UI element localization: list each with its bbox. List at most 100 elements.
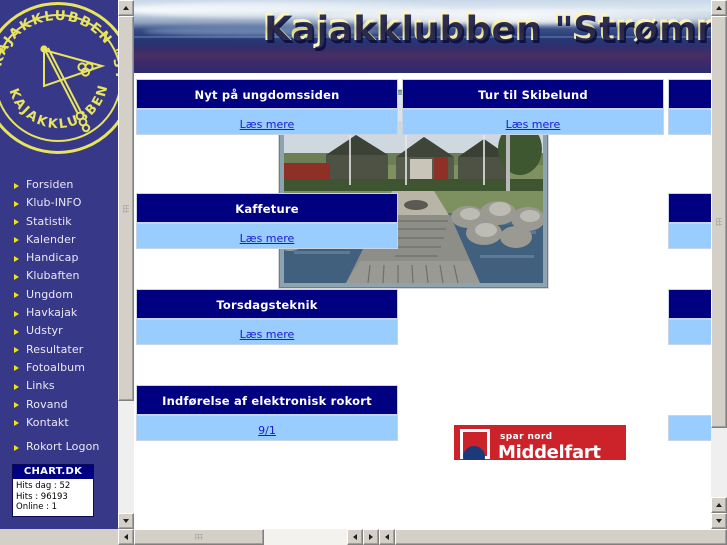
sidebar-item-label: Klubaften: [26, 269, 80, 283]
bullet-arrow-icon: [14, 255, 19, 262]
section-heading: Tur til Skibelund: [402, 79, 664, 109]
read-more-link[interactable]: Læs mere: [506, 118, 561, 131]
sidebar-item-klubaften[interactable]: Klubaften: [0, 267, 118, 285]
chart-dk-row-online: Online : 1: [16, 502, 58, 512]
page-hscroll-thumb[interactable]: [395, 529, 727, 545]
bullet-arrow-icon: [14, 420, 19, 427]
sidebar-item-kalender[interactable]: Kalender: [0, 231, 118, 249]
sidebar-item-label: Udstyr: [26, 324, 63, 338]
chart-dk-row-hits-total: Hits : 96193: [16, 491, 68, 502]
bullet-arrow-icon: [14, 237, 19, 244]
third-column-cell-clipped: [668, 415, 711, 441]
sidebar-item-label: Fotoalbum: [26, 360, 86, 374]
read-more-link[interactable]: 9/1: [258, 424, 276, 437]
section-link-cell[interactable]: Læs mere: [136, 223, 398, 249]
sidebar-item-klub-info[interactable]: Klub-INFO: [0, 194, 118, 212]
scroll-up-arrow[interactable]: [118, 0, 134, 16]
sidebar-item-label: Links: [26, 379, 55, 393]
content-horizontal-scrollbar[interactable]: [118, 529, 379, 545]
section-link-cell[interactable]: 9/1: [136, 415, 398, 441]
scroll-left-arrow[interactable]: [118, 529, 134, 545]
bullet-arrow-icon: [14, 347, 19, 354]
section-link-cell[interactable]: Læs mere: [136, 319, 398, 345]
bullet-arrow-icon: [14, 182, 19, 189]
third-column-cell-clipped: [668, 289, 711, 319]
scroll-left-arrow-2[interactable]: [347, 529, 363, 545]
sidebar-item-rokort-logon[interactable]: Rokort Logon: [0, 438, 118, 456]
sidebar-item-label: Rovand: [26, 397, 68, 411]
scroll-down-arrow[interactable]: [118, 513, 134, 529]
bullet-arrow-icon: [14, 365, 19, 372]
content-frame: Kajakklubben "Strømmen": [134, 0, 711, 529]
bullet-arrow-icon: [14, 200, 19, 207]
scroll-right-arrow[interactable]: [363, 529, 379, 545]
sidebar-item-handicap[interactable]: Handicap: [0, 249, 118, 267]
sidebar-item-statistik[interactable]: Statistik: [0, 213, 118, 231]
read-more-link[interactable]: Læs mere: [240, 328, 295, 341]
section-link-cell[interactable]: Læs mere: [136, 109, 398, 135]
content-vscroll-thumb[interactable]: [118, 16, 134, 401]
sidebar-item-label: Klub-INFO: [26, 196, 82, 210]
chart-dk-row-hits-today: Hits dag : 52: [16, 481, 71, 491]
browser-vertical-scrollbar[interactable]: [711, 0, 727, 529]
third-column-cell-clipped: [668, 223, 711, 249]
read-more-link[interactable]: Læs mere: [240, 118, 295, 131]
browser-horizontal-scrollbar[interactable]: [379, 529, 727, 545]
sidebar-item-kontakt[interactable]: Kontakt: [0, 414, 118, 432]
browser-viewport: KAJAKKLUBBEN "STRØMME KAJAKKLUBBEN · ST: [0, 0, 727, 545]
page-scroll-up-arrow-2[interactable]: [711, 497, 727, 513]
sidebar-item-links[interactable]: Links: [0, 377, 118, 395]
section-link-cell[interactable]: Læs mere: [402, 109, 664, 135]
bullet-arrow-icon: [14, 273, 19, 280]
sidebar-item-label: Kontakt: [26, 415, 69, 429]
third-column-cell-clipped: [668, 319, 711, 345]
nav-frame-corner: [0, 529, 118, 545]
sidebar-item-label: Rokort Logon: [26, 440, 100, 454]
sidebar-item-forsiden[interactable]: Forsiden: [0, 176, 118, 194]
club-crest-icon: KAJAKKLUBBEN "STRØMME KAJAKKLUBBEN · ST: [0, 2, 118, 154]
sidebar-nav-list: Forsiden Klub-INFO Statistik Kalender Handic…: [0, 176, 118, 456]
content-hscroll-thumb[interactable]: [134, 529, 264, 545]
chart-dk-title: CHART.DK: [13, 465, 93, 479]
section-heading: Indførelse af elektronisk rokort: [136, 385, 398, 415]
sidebar-item-label: Ungdom: [26, 287, 74, 301]
bullet-arrow-icon: [14, 402, 19, 409]
sidebar-item-label: Forsiden: [26, 178, 74, 191]
bullet-arrow-icon: [14, 444, 19, 451]
page-scroll-left-arrow[interactable]: [379, 529, 395, 545]
navigation-frame: KAJAKKLUBBEN "STRØMME KAJAKKLUBBEN · ST: [0, 0, 118, 529]
chart-dk-rows: Hits dag : 52 Hits : 96193 Online : 1: [13, 479, 93, 516]
bullet-arrow-icon: [14, 292, 19, 299]
third-column-cell-clipped: [668, 79, 711, 109]
sidebar-item-fotoalbum[interactable]: Fotoalbum: [0, 359, 118, 377]
third-column-cell-clipped: [668, 109, 711, 135]
chart-dk-counter[interactable]: CHART.DK Hits dag : 52 Hits : 96193 Onli…: [12, 464, 94, 517]
bullet-arrow-icon: [14, 310, 19, 317]
sidebar-item-resultater[interactable]: Resultater: [0, 341, 118, 359]
sponsor-line-1: spar nord: [500, 432, 553, 442]
sidebar-item-rovand[interactable]: Rovand: [0, 396, 118, 414]
section-heading: Kaffeture: [136, 193, 398, 223]
sidebar-item-label: Handicap: [26, 251, 79, 265]
site-banner: Kajakklubben "Strømmen": [134, 0, 711, 73]
third-column-cell-clipped: [668, 193, 711, 223]
bullet-arrow-icon: [14, 328, 19, 335]
sidebar-item-label: Kalender: [26, 232, 76, 246]
content-vertical-scrollbar[interactable]: [118, 0, 134, 529]
sponsor-banner-spar-nord[interactable]: spar nord Middelfart: [454, 425, 626, 460]
sidebar-item-label: Havkajak: [26, 306, 78, 320]
sidebar-item-label: Resultater: [26, 342, 84, 356]
sidebar-item-udstyr[interactable]: Udstyr: [0, 322, 118, 340]
sidebar-item-havkajak[interactable]: Havkajak: [0, 304, 118, 322]
sidebar-item-ungdom[interactable]: Ungdom: [0, 286, 118, 304]
page-scroll-up-arrow[interactable]: [711, 0, 727, 16]
section-heading: Nyt på ungdomssiden: [136, 79, 398, 109]
sponsor-line-2: Middelfart: [498, 442, 601, 460]
bullet-arrow-icon: [14, 383, 19, 390]
page-scroll-down-arrow[interactable]: [711, 513, 727, 529]
bullet-arrow-icon: [14, 219, 19, 226]
page-vscroll-thumb[interactable]: [711, 16, 727, 428]
sidebar-item-label: Statistik: [26, 214, 72, 228]
section-heading: Torsdagsteknik: [136, 289, 398, 319]
read-more-link[interactable]: Læs mere: [240, 232, 295, 245]
